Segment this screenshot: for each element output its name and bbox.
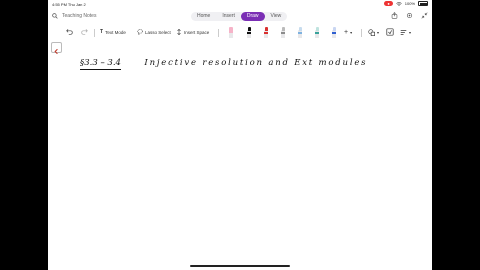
light-blue-pen[interactable] <box>297 26 303 38</box>
notebook-title[interactable]: Teaching Notes <box>62 13 96 19</box>
gray-pen[interactable] <box>280 26 286 38</box>
share-icon[interactable] <box>391 12 398 19</box>
pink-highlighter-pen[interactable] <box>228 26 234 38</box>
draw-toolbar: T Text Mode Lasso Select Insert Space + … <box>48 26 432 40</box>
tab-view[interactable]: View <box>265 12 288 21</box>
redo-icon[interactable] <box>81 28 88 35</box>
blue-pen[interactable] <box>331 26 337 38</box>
wifi-icon <box>396 1 402 6</box>
tab-draw[interactable]: Draw <box>240 12 265 21</box>
battery-percent: 100% <box>404 1 415 6</box>
tab-insert[interactable]: Insert <box>216 12 241 21</box>
text-mode-label: Text Mode <box>105 29 126 35</box>
shapes-button[interactable]: ▾ <box>368 27 379 37</box>
battery-icon <box>418 1 428 6</box>
toolbar-divider <box>94 29 95 37</box>
black-pen[interactable] <box>246 26 252 38</box>
chevron-down-icon: ▾ <box>350 29 353 35</box>
app-header: Teaching Notes Home Insert Draw View <box>48 10 432 24</box>
collapse-icon[interactable] <box>421 12 428 19</box>
undo-icon[interactable] <box>66 28 73 35</box>
teal-pen[interactable] <box>314 26 320 38</box>
status-right: ● 100% <box>384 1 428 6</box>
shapes-icon <box>368 28 375 36</box>
chevron-left-icon <box>54 48 58 55</box>
toolbar-divider <box>218 29 219 37</box>
sidebar-toggle-button[interactable] <box>51 42 62 55</box>
header-actions <box>391 12 428 19</box>
status-bar: 4:55 PM Thu Jan 2 ● 100% <box>48 0 432 8</box>
lasso-select-label: Lasso Select <box>145 29 171 35</box>
ipad-screen: 4:55 PM Thu Jan 2 ● 100% Teaching Notes … <box>48 0 432 270</box>
section-reference: §3.3 – 3.4 <box>80 58 121 70</box>
ink-to-text-icon <box>400 29 407 35</box>
text-mode-icon: T <box>100 29 104 35</box>
page-heading: Injective resolution and Ext modules <box>144 58 368 68</box>
screen-record-indicator: ● <box>384 1 393 6</box>
math-icon[interactable] <box>386 28 394 36</box>
tab-home[interactable]: Home <box>191 12 216 21</box>
insert-space-icon <box>177 29 181 35</box>
insert-space-label: Insert Space <box>184 29 210 35</box>
search-icon[interactable] <box>52 13 58 19</box>
lasso-icon <box>137 29 143 35</box>
handwritten-title: §3.3 – 3.4 Injective resolution and Ext … <box>80 52 367 70</box>
insert-space-button[interactable]: Insert Space <box>176 27 209 37</box>
chevron-down-icon: ▾ <box>377 29 380 35</box>
red-pen[interactable] <box>263 26 269 38</box>
chevron-down-icon: ▾ <box>409 29 412 35</box>
plus-icon: + <box>344 28 349 36</box>
add-pen-button[interactable]: + ▾ <box>344 27 352 37</box>
status-time: 4:55 PM Thu Jan 2 <box>52 2 86 7</box>
home-indicator[interactable] <box>190 265 290 267</box>
text-mode-button[interactable]: T Text Mode <box>100 27 126 37</box>
toolbar-divider <box>361 29 362 37</box>
lasso-select-button[interactable]: Lasso Select <box>137 27 171 37</box>
ink-to-text-button[interactable]: ▾ <box>400 27 411 37</box>
ribbon-tabs: Home Insert Draw View <box>191 12 288 21</box>
settings-icon[interactable] <box>406 12 413 19</box>
